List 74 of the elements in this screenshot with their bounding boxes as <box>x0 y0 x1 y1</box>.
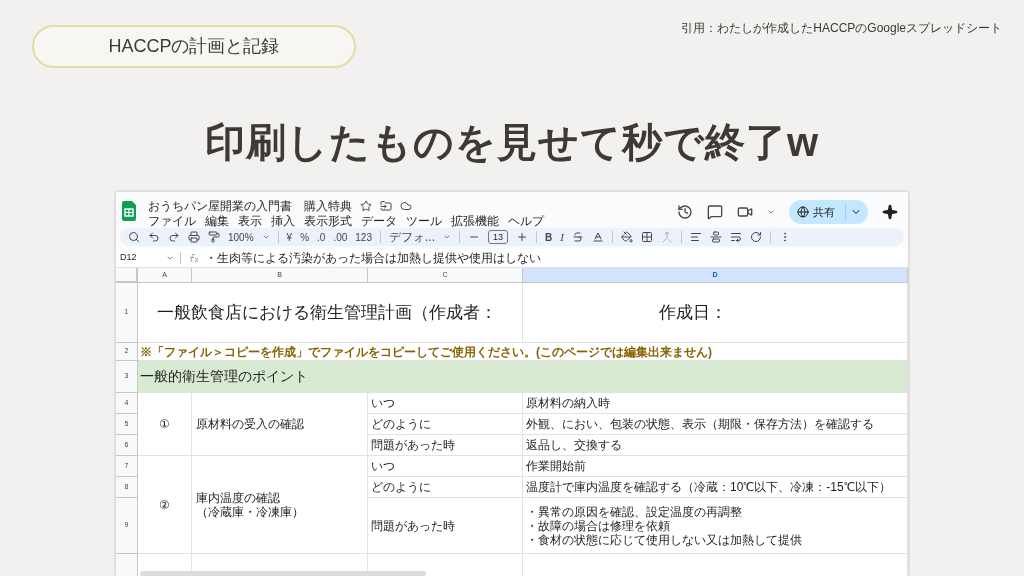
menu-item[interactable]: データ <box>361 214 397 228</box>
corner-cell[interactable] <box>116 268 138 283</box>
number-format-button[interactable]: 123 <box>355 229 372 245</box>
paint-format-icon[interactable] <box>208 231 220 243</box>
menu-item[interactable]: 拡張機能 <box>451 214 499 228</box>
caret-icon[interactable] <box>261 233 270 241</box>
increase-decimal-button[interactable]: .00 <box>333 229 348 245</box>
table-cell[interactable]: ① <box>138 393 192 456</box>
table-cell[interactable]: 作業開始前 <box>523 456 908 477</box>
document-title[interactable]: おうちパン屋開業の入門書 購入特典 <box>148 199 352 213</box>
table-cell[interactable]: どのように <box>368 414 523 435</box>
folder-icon[interactable] <box>380 200 392 212</box>
menu-item[interactable]: ファイル <box>148 214 196 228</box>
sheets-logo-icon[interactable] <box>122 201 136 221</box>
strikethrough-icon[interactable] <box>572 231 585 243</box>
undo-icon[interactable] <box>148 231 160 243</box>
citation: 引用：わたしが作成したHACCPのGoogleスプレッドシート <box>681 20 1002 37</box>
table-cell[interactable]: 一般飲食店における衛生管理計画（作成者： <box>138 283 523 343</box>
font-size-field[interactable]: 13 <box>488 230 508 244</box>
formula-field[interactable]: ・生肉等による汚染があった場合は加熱し提供や使用はしない <box>205 249 541 267</box>
table-cell[interactable]: 返品し、交換する <box>523 435 908 456</box>
table-cell[interactable]: 問題があった時 <box>368 435 523 456</box>
menu-item[interactable]: ツール <box>406 214 442 228</box>
menu-item[interactable]: 表示形式 <box>304 214 352 228</box>
table-cell[interactable]: どのように <box>368 477 523 498</box>
table-cell[interactable]: 作成日： <box>523 283 908 343</box>
table-cell[interactable]: 原材料の受入の確認 <box>192 393 368 456</box>
borders-icon[interactable] <box>641 231 654 243</box>
headline: 印刷したものを見せて秒で終了w <box>204 119 820 166</box>
zoom-dropdown[interactable]: 100% <box>228 229 254 245</box>
align-icon[interactable] <box>690 231 703 243</box>
title-badge: HACCPの計画と記録 <box>32 25 356 68</box>
table-cell[interactable]: いつ <box>368 393 523 414</box>
table-cell[interactable]: 庫内温度の確認 （冷蔵庫・冷凍庫） <box>192 456 368 554</box>
currency-button[interactable]: ¥ <box>286 229 293 245</box>
menu-item[interactable]: ヘルプ <box>508 214 544 228</box>
fill-color-icon[interactable] <box>621 231 634 243</box>
font-dropdown[interactable]: デフォ... <box>389 228 435 246</box>
table-cell[interactable]: 原材料の納入時 <box>523 393 908 414</box>
history-icon[interactable] <box>677 204 693 220</box>
table-cell[interactable]: 外観、におい、包装の状態、表示（期限・保存方法）を確認する <box>523 414 908 435</box>
caret-icon[interactable] <box>443 233 451 241</box>
scrollbar[interactable] <box>140 571 426 576</box>
formula-icon <box>187 253 199 263</box>
video-icon[interactable] <box>737 204 753 220</box>
percent-button[interactable]: % <box>300 229 310 245</box>
caret-icon[interactable] <box>166 254 174 262</box>
wrap-icon[interactable] <box>730 231 743 243</box>
table-cell[interactable]: ② <box>138 456 192 554</box>
bold-button[interactable]: B <box>545 229 553 245</box>
cloud-icon[interactable] <box>400 200 412 212</box>
sparkle-icon[interactable] <box>882 204 898 220</box>
star-icon[interactable] <box>360 200 372 212</box>
rotate-icon[interactable] <box>750 231 763 243</box>
caret-icon[interactable] <box>767 208 775 216</box>
table-cell[interactable]: 問題があった時 <box>368 498 523 554</box>
globe-icon[interactable] <box>797 206 809 218</box>
table-cell[interactable]: 一般的衛生管理のポイント <box>138 361 908 393</box>
name-box[interactable]: D12 <box>120 251 166 265</box>
redo-icon[interactable] <box>168 231 180 243</box>
menu-item[interactable]: 表示 <box>238 214 262 228</box>
table-cell[interactable]: 温度計で庫内温度を確認する（冷蔵：10℃以下、冷凍：-15℃以下） <box>523 477 908 498</box>
italic-button[interactable]: I <box>560 229 565 245</box>
vertical-align-icon[interactable] <box>710 231 723 243</box>
print-icon[interactable] <box>188 231 200 243</box>
menu-item[interactable]: 挿入 <box>271 214 295 228</box>
menu-item[interactable]: 編集 <box>205 214 229 228</box>
table-cell[interactable]: いつ <box>368 456 523 477</box>
table-cell[interactable]: ・異常の原因を確認、設定温度の再調整 ・故障の場合は修理を依頼 ・食材の状態に応じて使用しない又は加熱して提供 <box>523 498 908 554</box>
decrease-decimal-button[interactable]: .0 <box>317 229 326 245</box>
plus-icon[interactable] <box>516 231 528 243</box>
search-icon[interactable] <box>128 231 140 243</box>
text-color-icon[interactable] <box>592 231 605 243</box>
comment-icon[interactable] <box>707 204 723 220</box>
